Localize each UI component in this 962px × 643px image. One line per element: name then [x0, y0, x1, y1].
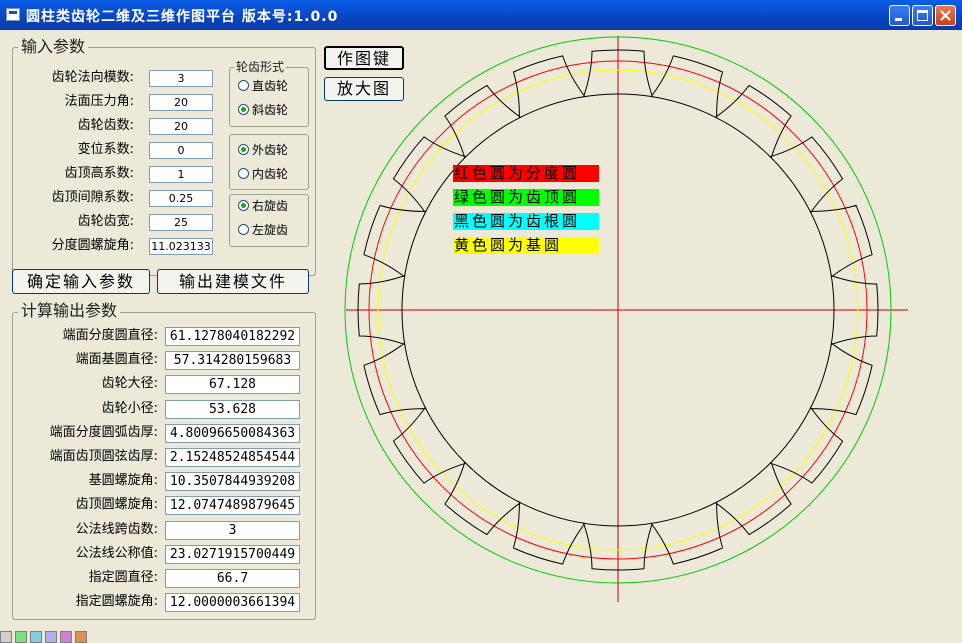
bottom-strip: [0, 632, 962, 643]
output-label: 公法线公称值:: [75, 546, 158, 561]
output-label: 公法线跨齿数:: [75, 522, 158, 537]
input-field[interactable]: 20: [149, 94, 213, 111]
maximize-icon: [917, 10, 928, 21]
input-label: 齿顶间隙系数:: [51, 190, 134, 205]
input-field[interactable]: 0.25: [149, 190, 213, 207]
window-title: 圆柱类齿轮二维及三维作图平台 版本号:1.0.0: [26, 9, 339, 25]
minimize-icon: [895, 18, 902, 21]
output-value: 66.7: [165, 569, 300, 588]
input-field[interactable]: 25: [149, 214, 213, 231]
app-icon[interactable]: [6, 8, 20, 21]
close-icon: [940, 10, 951, 21]
radio-dot: [238, 224, 249, 235]
palette-green-swatch[interactable]: [15, 631, 27, 643]
output-value: 3: [165, 521, 300, 540]
palette-orange-swatch[interactable]: [75, 631, 87, 643]
radio-external-gear[interactable]: 外齿轮: [238, 143, 288, 157]
output-label: 端面分度圆弧齿厚:: [49, 425, 158, 440]
output-label: 齿轮小径:: [101, 401, 158, 416]
input-label: 法面压力角:: [64, 94, 134, 109]
close-button[interactable]: [935, 5, 956, 26]
minimize-button[interactable]: [889, 5, 910, 26]
radio-dot: [238, 104, 249, 115]
drawing-legend-item: 黑色圆为齿根圆: [453, 213, 599, 230]
drawing-legend-item: 红色圆为分度圆: [453, 165, 599, 182]
palette-cyan-swatch[interactable]: [30, 631, 42, 643]
maximize-button[interactable]: [912, 5, 933, 26]
client-area: 输入参数 齿轮法向模数: 3 法面压力角: 20 齿轮齿数: 20 变位系数: 0 齿顶高系数:…: [0, 30, 962, 632]
drawing-legend-item: 绿色圆为齿顶圆: [453, 189, 599, 206]
gear-type-title: 轮齿形式: [234, 60, 287, 74]
palette-gray-swatch[interactable]: [0, 631, 12, 643]
output-value: 2.15248524854544: [165, 448, 300, 467]
output-params-title: 计算输出参数: [18, 302, 121, 320]
output-label: 端面基圆直径:: [75, 352, 158, 367]
radio-right-hand[interactable]: 右旋齿: [238, 199, 288, 213]
palette-blue-swatch[interactable]: [45, 631, 57, 643]
output-label: 齿轮大径:: [101, 376, 158, 391]
input-field[interactable]: 20: [149, 118, 213, 135]
output-label: 端面分度圆直径:: [62, 328, 158, 343]
input-field[interactable]: 11.023133: [149, 238, 213, 255]
radio-left-hand[interactable]: 左旋齿: [238, 223, 288, 237]
input-label: 齿轮齿宽:: [77, 214, 134, 229]
title-bar: 圆柱类齿轮二维及三维作图平台 版本号:1.0.0: [0, 0, 962, 30]
output-value: 12.0747489879645: [165, 496, 300, 515]
output-label: 齿顶圆螺旋角:: [75, 497, 158, 512]
drawing-legend-item: 黄色圆为基圆: [453, 237, 599, 254]
gear-type-group: [229, 67, 309, 127]
input-params-title: 输入参数: [18, 38, 89, 56]
input-field[interactable]: 3: [149, 70, 213, 87]
radio-spur-gear[interactable]: 直齿轮: [238, 79, 288, 93]
output-label: 指定圆直径:: [88, 570, 158, 585]
radio-dot: [238, 168, 249, 179]
export-model-button[interactable]: 输出建模文件: [157, 269, 309, 294]
input-label: 齿轮齿数:: [77, 118, 134, 133]
output-label: 端面齿顶圆弦齿厚:: [49, 449, 158, 464]
input-field[interactable]: 0: [149, 142, 213, 159]
input-field[interactable]: 1: [149, 166, 213, 183]
input-label: 变位系数:: [77, 142, 134, 157]
confirm-input-button[interactable]: 确定输入参数: [12, 269, 150, 294]
output-value: 23.0271915700449: [165, 545, 300, 564]
input-label: 齿顶高系数:: [64, 166, 134, 181]
input-label: 分度圆螺旋角:: [51, 238, 134, 253]
output-value: 67.128: [165, 375, 300, 394]
output-value: 4.80096650084363: [165, 424, 300, 443]
output-value: 10.3507844939208: [165, 472, 300, 491]
radio-dot: [238, 200, 249, 211]
output-value: 12.0000003661394: [165, 593, 300, 612]
output-value: 61.1278040182292: [165, 327, 300, 346]
radio-internal-gear[interactable]: 内齿轮: [238, 167, 288, 181]
input-label: 齿轮法向模数:: [51, 70, 134, 85]
palette-magenta-swatch[interactable]: [60, 631, 72, 643]
output-label: 基圆螺旋角:: [88, 473, 158, 488]
gear-drawing-canvas[interactable]: [316, 30, 936, 630]
output-label: 指定圆螺旋角:: [75, 594, 158, 609]
radio-helical-gear[interactable]: 斜齿轮: [238, 103, 288, 117]
radio-dot: [238, 80, 249, 91]
output-value: 57.314280159683: [165, 351, 300, 370]
output-value: 53.628: [165, 400, 300, 419]
radio-dot: [238, 144, 249, 155]
